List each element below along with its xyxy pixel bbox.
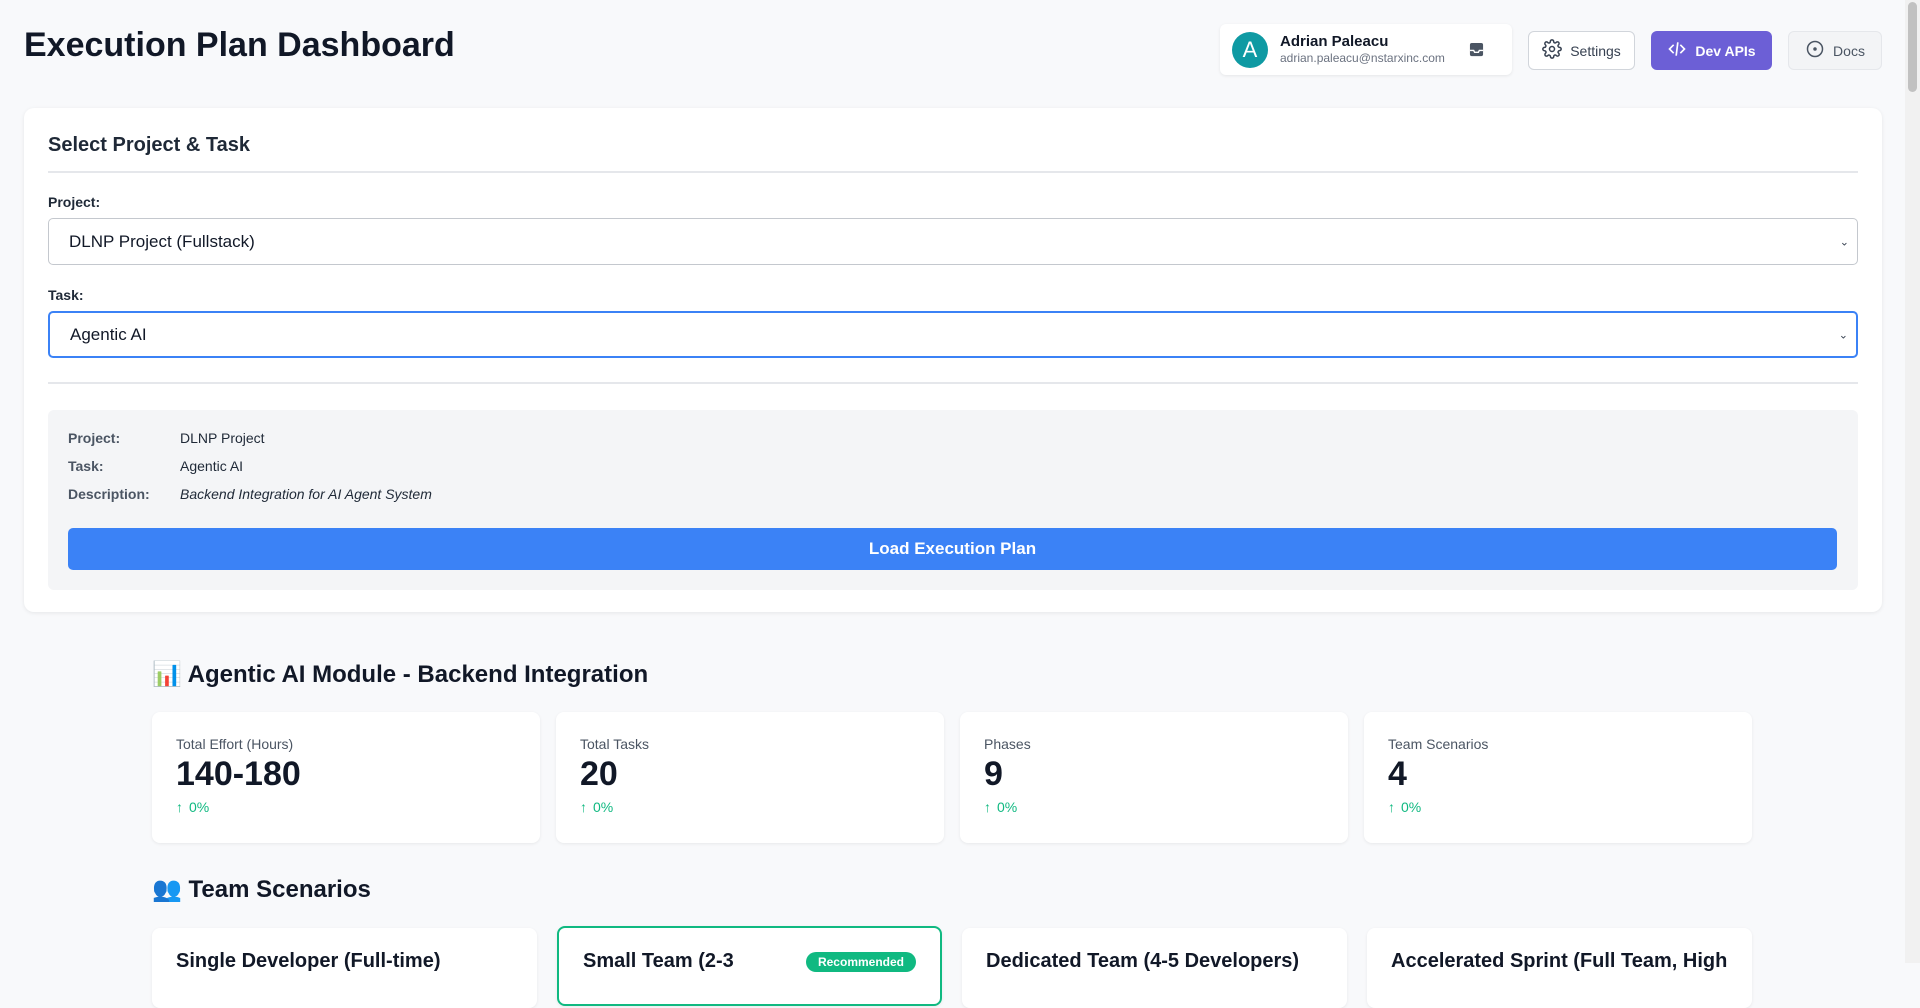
dev-apis-label: Dev APIs — [1695, 42, 1756, 59]
user-name: Adrian Paleacu — [1280, 32, 1389, 50]
project-select-value: DLNP Project (Fullstack) — [69, 231, 255, 251]
stat-value: 4 — [1388, 755, 1407, 793]
stat-change-value: 0% — [189, 799, 210, 816]
stat-change: ↑ 0% — [1388, 799, 1728, 815]
select-project-card: Select Project & Task Project: DLNP Proj… — [24, 108, 1882, 612]
code-icon — [1667, 39, 1687, 62]
stat-label: Phases — [984, 736, 1031, 752]
arrow-up-icon: ↑ — [1388, 799, 1395, 816]
info-row-task: Task: Agentic AI — [68, 458, 243, 474]
stat-change-value: 0% — [1401, 799, 1422, 816]
settings-button[interactable]: Settings — [1528, 31, 1635, 70]
scenario-card[interactable]: Accelerated Sprint (Full Team, High — [1367, 928, 1752, 1008]
info-key: Project: — [68, 430, 121, 446]
chevron-down-icon: ⌄ — [1838, 329, 1848, 341]
stat-value: 20 — [580, 755, 618, 793]
info-key: Task: — [68, 458, 104, 474]
scenario-card[interactable]: Single Developer (Full-time) — [152, 928, 537, 1008]
avatar[interactable]: A — [1232, 31, 1268, 68]
stat-change-value: 0% — [997, 799, 1018, 816]
load-execution-plan-button[interactable]: Load Execution Plan — [68, 528, 1837, 570]
info-value: Agentic AI — [180, 458, 244, 474]
stat-value: 140-180 — [176, 755, 301, 793]
user-email: adrian.paleacu@nstarxinc.com — [1280, 51, 1445, 66]
stat-change: ↑ 0% — [984, 799, 1324, 815]
task-label: Task: — [48, 287, 84, 303]
page-title: Execution Plan Dashboard — [24, 26, 455, 64]
stat-card: Total Effort (Hours) 140-180 ↑ 0% — [152, 712, 540, 843]
divider — [48, 382, 1858, 384]
scenario-name: Accelerated Sprint (Full Team, High — [1391, 950, 1728, 972]
task-select[interactable]: Agentic AI ⌄ — [48, 311, 1858, 358]
stat-label: Team Scenarios — [1388, 736, 1489, 752]
vertical-scrollbar[interactable] — [1905, 0, 1920, 963]
scenario-name: Small Team (2-3 — [583, 950, 734, 972]
stat-change: ↑ 0% — [176, 799, 516, 815]
stat-label: Total Tasks — [580, 736, 649, 752]
info-row-description: Description: Backend Integration for AI … — [68, 486, 432, 502]
info-value: Backend Integration for AI Agent System — [180, 486, 432, 502]
docs-button[interactable]: Docs — [1788, 31, 1882, 70]
arrow-up-icon: ↑ — [984, 799, 991, 816]
stat-card: Team Scenarios 4 ↑ 0% — [1364, 712, 1752, 843]
inbox-icon[interactable] — [1466, 40, 1486, 60]
info-row-project: Project: DLNP Project — [68, 430, 265, 446]
user-card: A Adrian Paleacu adrian.paleacu@nstarxin… — [1220, 24, 1512, 75]
card-title: Select Project & Task — [48, 134, 250, 156]
user-info: Adrian Paleacu adrian.paleacu@nstarxinc.… — [1280, 33, 1466, 66]
selection-info-panel: Project: DLNP Project Task: Agentic AI D… — [48, 410, 1858, 590]
gear-icon — [1542, 39, 1563, 62]
settings-label: Settings — [1570, 42, 1621, 59]
scenario-card[interactable]: Dedicated Team (4-5 Developers) — [962, 928, 1347, 1008]
scenario-card-recommended[interactable]: Small Team (2-3 Recommended — [557, 926, 942, 1006]
info-key: Description: — [68, 486, 150, 502]
scenario-name: Single Developer (Full-time) — [176, 950, 441, 972]
team-scenarios-title: 👥 Team Scenarios — [152, 876, 371, 903]
task-select-value: Agentic AI — [70, 324, 147, 344]
arrow-up-icon: ↑ — [176, 799, 183, 816]
divider — [48, 171, 1858, 173]
info-value: DLNP Project — [180, 430, 265, 446]
project-select[interactable]: DLNP Project (Fullstack) ⌄ — [48, 218, 1858, 265]
docs-label: Docs — [1833, 42, 1865, 59]
stat-card: Phases 9 ↑ 0% — [960, 712, 1348, 843]
stat-label: Total Effort (Hours) — [176, 736, 294, 752]
dev-apis-button[interactable]: Dev APIs — [1651, 31, 1772, 70]
info-icon — [1805, 39, 1825, 62]
stat-card: Total Tasks 20 ↑ 0% — [556, 712, 944, 843]
project-label: Project: — [48, 194, 101, 210]
scrollbar-thumb[interactable] — [1908, 2, 1917, 92]
arrow-up-icon: ↑ — [580, 799, 587, 816]
module-title: 📊 Agentic AI Module - Backend Integratio… — [152, 661, 649, 688]
chevron-down-icon: ⌄ — [1839, 236, 1849, 248]
scenario-name: Dedicated Team (4-5 Developers) — [986, 950, 1300, 972]
stat-change-value: 0% — [593, 799, 614, 816]
stat-value: 9 — [984, 755, 1003, 793]
stat-change: ↑ 0% — [580, 799, 920, 815]
recommended-badge: Recommended — [805, 952, 916, 972]
